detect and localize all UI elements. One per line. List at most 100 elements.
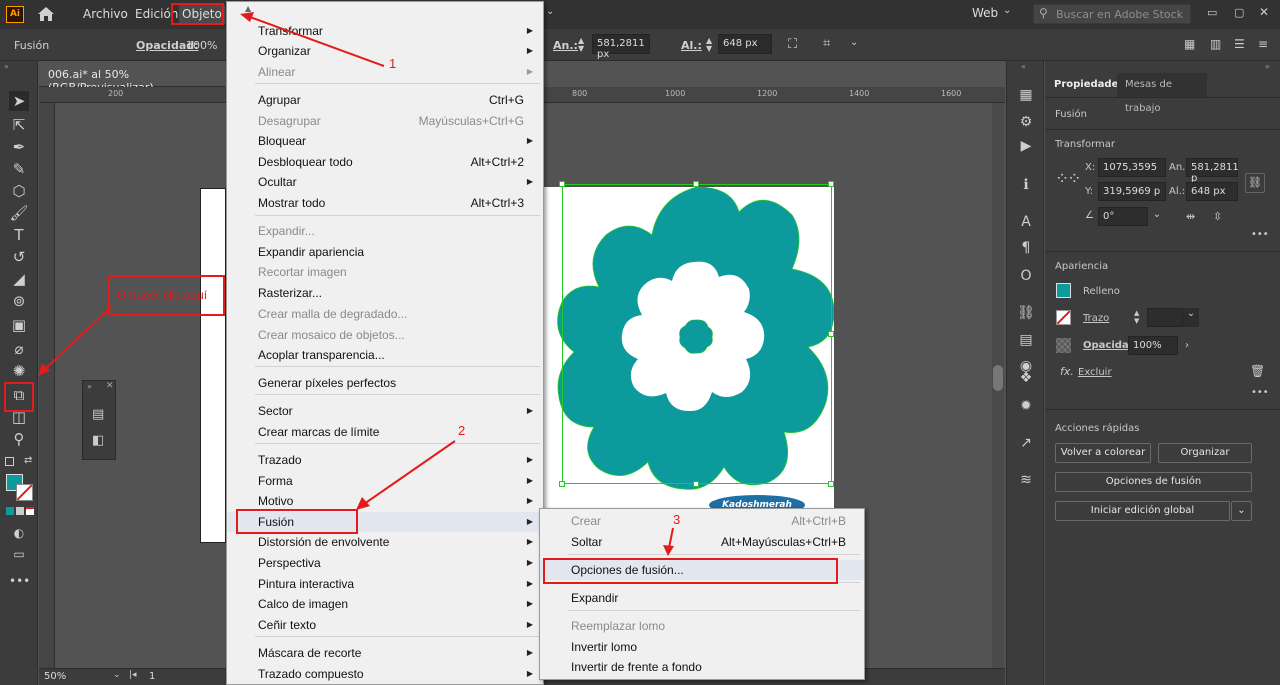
chevron-right-icon[interactable]: › — [1179, 336, 1195, 355]
menu-item[interactable]: Sector ▶ — [227, 401, 543, 421]
rotate-tool-icon[interactable]: ↺ — [9, 247, 29, 267]
transform-icon[interactable]: ⛶ — [788, 37, 797, 52]
effect-exclude-label[interactable]: Excluir — [1078, 367, 1112, 378]
draw-mode-icon[interactable]: ◐ — [9, 523, 29, 543]
opacity-value[interactable]: 100% — [186, 39, 217, 52]
curvature-tool-icon[interactable]: ✎ — [9, 159, 29, 179]
vertical-scrollbar[interactable] — [992, 103, 1004, 668]
document-tab[interactable]: 006.ai* al 50% (RGB/Previsualizar) — [39, 61, 225, 94]
global-edit-dropdown[interactable]: ⌄ — [1231, 501, 1252, 521]
symbols-icon[interactable]: ❖ — [1017, 369, 1035, 387]
width-stepper-icon[interactable]: ▲ ▼ — [578, 37, 584, 53]
selection-bounding-box[interactable] — [562, 184, 832, 484]
height-field[interactable]: 648 px — [718, 34, 772, 54]
menu-item[interactable]: Acoplar transparencia... — [227, 345, 543, 365]
menu-item[interactable]: Desagrupar Mayúsculas+Ctrl+G — [227, 111, 543, 131]
menu-item[interactable]: Distorsión de envolvente ▶ — [227, 532, 543, 552]
selection-handle[interactable] — [559, 181, 565, 187]
chevron-down-icon[interactable]: ⌄ — [546, 6, 554, 17]
chevron-down-icon[interactable]: ⌄ — [1149, 209, 1165, 228]
menu-item[interactable]: Trazado compuesto ▶ — [227, 664, 543, 684]
menu-item[interactable]: Motivo ▶ — [227, 491, 543, 511]
chevron-down-icon[interactable]: ⌄ — [1003, 5, 1011, 16]
menu-item[interactable]: Organizar ▶ — [227, 41, 543, 61]
fill-swatch[interactable] — [1056, 283, 1071, 298]
more-tools-icon[interactable]: ••• — [9, 571, 30, 591]
height-stepper-icon[interactable]: ▲ ▼ — [706, 37, 712, 53]
recolor-button[interactable]: Volver a colorear — [1055, 443, 1151, 463]
collapse-icon[interactable]: » — [1265, 62, 1270, 71]
flip-vertical-icon[interactable]: ⇳ — [1213, 210, 1222, 223]
workspace-switcher[interactable]: Web — [972, 6, 998, 20]
menu-item[interactable]: Calco de imagen ▶ — [227, 594, 543, 614]
stroke-stepper-icon[interactable]: ▲ ▼ — [1134, 309, 1139, 325]
submenu-item[interactable]: Reemplazar lomo — [540, 616, 864, 636]
panel-menu-icon[interactable]: ☰ — [1234, 37, 1245, 51]
flip-horizontal-icon[interactable]: ⇹ — [1186, 210, 1195, 223]
menu-item[interactable]: Crear mosaico de objetos... — [227, 325, 543, 345]
menu-item[interactable]: Transformar ▶ — [227, 21, 543, 41]
info-icon[interactable]: ℹ — [1017, 176, 1035, 194]
scroll-up-icon[interactable]: ▲ — [245, 4, 251, 13]
h-field[interactable]: 648 px — [1186, 182, 1238, 201]
vertical-ruler[interactable] — [39, 103, 55, 668]
brush-library-icon[interactable]: ✹ — [1017, 397, 1035, 415]
menu-item[interactable]: Expandir... — [227, 221, 543, 241]
width-field[interactable]: 581,2811 px — [592, 34, 650, 60]
export-icon[interactable]: ↗ — [1017, 434, 1035, 452]
gradient-tool-icon[interactable]: ▣ — [9, 315, 29, 335]
stock-search-input[interactable]: ⚲ Buscar en Adobe Stock — [1033, 4, 1191, 24]
blend-options-button[interactable]: Opciones de fusión — [1055, 472, 1252, 492]
trash-icon[interactable]: 🗑 — [1250, 364, 1265, 378]
align-tool-icon[interactable]: ▤ — [92, 407, 104, 422]
stroke-color-swatch[interactable] — [16, 484, 33, 501]
color-mode-icon[interactable] — [6, 507, 14, 515]
selection-handle[interactable] — [828, 331, 834, 337]
layers-icon[interactable]: ≋ — [1017, 471, 1035, 489]
menu-item[interactable]: Expandir apariencia — [227, 242, 543, 262]
stroke-swatch[interactable] — [1056, 310, 1071, 325]
artboard-number[interactable]: 1 — [149, 671, 155, 682]
global-edit-button[interactable]: Iniciar edición global — [1055, 501, 1230, 521]
menu-item[interactable]: Pintura interactiva ▶ — [227, 574, 543, 594]
collapse-icon[interactable]: » — [87, 382, 92, 391]
arrange-button[interactable]: Organizar — [1158, 443, 1252, 463]
swap-colors-icon[interactable]: ⇄ — [24, 455, 32, 466]
menu-item[interactable]: Crear malla de degradado... — [227, 304, 543, 324]
restore-icon[interactable]: ▢ — [1234, 6, 1248, 19]
selection-tool-icon[interactable]: ➤ — [9, 91, 29, 111]
eyedropper-tool-icon[interactable]: ⌀ — [9, 339, 29, 359]
opacity-field[interactable]: 100% — [1128, 336, 1178, 355]
direct-selection-tool-icon[interactable]: ⇱ — [9, 115, 29, 135]
scrollbar-thumb[interactable] — [993, 365, 1003, 391]
w-field[interactable]: 581,2811 p — [1186, 158, 1239, 184]
gradient-mode-icon[interactable] — [16, 507, 24, 515]
more-options-icon[interactable]: ••• — [1251, 387, 1269, 398]
menu-item[interactable]: Recortar imagen — [227, 262, 543, 282]
more-options-icon[interactable]: ••• — [1251, 229, 1269, 240]
warp-icon[interactable]: ⌗ — [823, 36, 830, 51]
type-tool-icon[interactable]: T — [9, 225, 29, 245]
panel-collapse-icon[interactable]: » — [4, 62, 9, 71]
y-field[interactable]: 319,5969 p — [1098, 182, 1166, 201]
align-options-icon[interactable]: ▥ — [1210, 37, 1221, 51]
selection-handle[interactable] — [559, 481, 565, 487]
angle-field[interactable]: 0° — [1098, 207, 1148, 226]
menu-item[interactable]: Mostrar todo Alt+Ctrl+3 — [227, 193, 543, 213]
menu-item[interactable]: Bloquear ▶ — [227, 131, 543, 151]
align-grid-icon[interactable]: ▦ — [1184, 37, 1195, 51]
none-mode-icon[interactable] — [26, 507, 34, 515]
chevron-down-icon[interactable]: ⌄ — [850, 37, 858, 48]
collapse-icon[interactable]: « — [1021, 62, 1026, 71]
reference-point-icon[interactable]: ⁘⁘ — [1055, 169, 1081, 189]
menu-item[interactable]: Alinear ▶ — [227, 62, 543, 82]
stroke-label[interactable]: Trazo — [1083, 313, 1109, 324]
chevron-down-icon[interactable]: ⌄ — [1183, 308, 1199, 327]
selection-handle[interactable] — [828, 181, 834, 187]
zoom-dropdown-icon[interactable]: ⌄ — [113, 670, 121, 680]
eraser-tool-icon[interactable]: ◢ — [9, 269, 29, 289]
brush-tool-icon[interactable]: 🖌 — [9, 203, 29, 223]
play-icon[interactable]: ▶ — [1017, 137, 1035, 155]
floating-mini-panel[interactable]: » ✕ ▤ ◧ — [82, 380, 116, 460]
submenu-item[interactable]: Invertir de frente a fondo — [540, 657, 864, 677]
